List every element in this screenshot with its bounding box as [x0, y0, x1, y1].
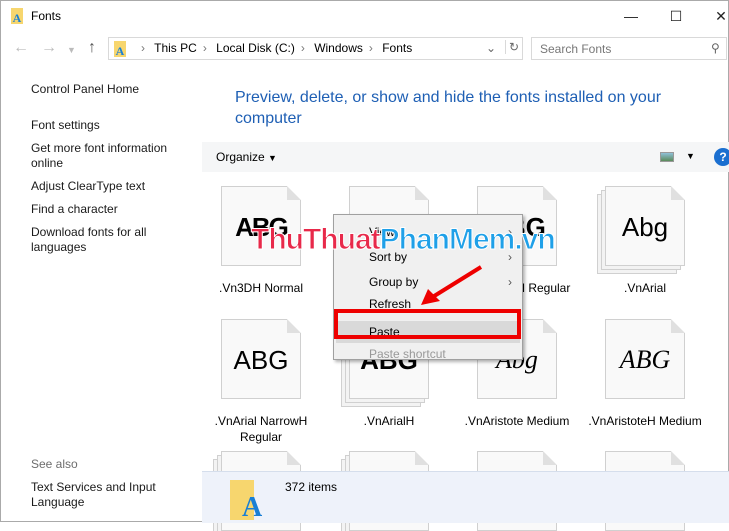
highlight-box	[334, 309, 521, 339]
crumb-local-disk[interactable]: Local Disk (C:)	[216, 41, 295, 55]
font-tile[interactable]: ABG .VnArial NarrowH Regular	[201, 319, 321, 445]
menu-item-paste-shortcut[interactable]: Paste shortcut	[336, 343, 520, 365]
sidebar-more-font-info[interactable]: Get more font information online	[31, 141, 181, 171]
maximize-button[interactable]: ☐	[661, 5, 691, 27]
font-name: .VnAristoteH Medium	[588, 414, 702, 428]
sidebar-adjust-cleartype[interactable]: Adjust ClearType text	[31, 179, 191, 194]
font-tile[interactable]: ABG .VnAristoteH Medium	[585, 319, 705, 429]
sidebar-font-settings[interactable]: Font settings	[31, 118, 191, 133]
view-dropdown-icon[interactable]: ▼	[686, 151, 695, 161]
font-name: .VnArialH	[363, 414, 415, 428]
refresh-icon[interactable]: ↻	[505, 40, 519, 54]
font-preview: Abg	[605, 186, 685, 266]
sidebar-control-panel-home[interactable]: Control Panel Home	[31, 82, 191, 97]
search-input[interactable]: Search Fonts	[531, 37, 727, 60]
search-icon[interactable]: ⚲	[711, 41, 720, 55]
minimize-button[interactable]: —	[616, 5, 646, 27]
chevron-right-icon: ›	[508, 275, 512, 289]
font-name: .VnArial	[623, 281, 667, 295]
font-tile[interactable]: Abg .VnArial	[585, 186, 705, 296]
menu-label: Group by	[369, 275, 419, 289]
sidebar-download-fonts[interactable]: Download fonts for all languages	[31, 225, 166, 255]
fonts-folder-icon: A	[114, 41, 126, 58]
preview-text: ABG	[233, 345, 289, 375]
view-icon[interactable]	[660, 152, 674, 162]
font-preview: ABG	[605, 319, 685, 399]
fonts-folder-icon: A	[11, 8, 23, 25]
font-name: .Vn3DH Normal	[218, 281, 304, 295]
font-name: .VnAristote Medium	[464, 414, 570, 428]
see-also-heading: See also	[31, 457, 78, 471]
watermark-logo: ThuThuatPhanMem.vn	[251, 223, 557, 257]
preview-text: Abg	[621, 212, 669, 242]
status-bar: A 372 items	[202, 471, 729, 523]
organize-label: Organize	[216, 150, 265, 164]
organize-button[interactable]: Organize ▼	[216, 150, 277, 164]
page-heading: Preview, delete, or show and hide the fo…	[235, 89, 662, 127]
font-letter-icon: A	[242, 492, 263, 523]
sidebar-find-character[interactable]: Find a character	[31, 202, 191, 217]
forward-icon[interactable]: →	[41, 39, 57, 57]
window-title: Fonts	[31, 9, 62, 23]
title-bar: A Fonts — ☐ ✕	[1, 1, 729, 31]
help-icon[interactable]: ?	[714, 148, 729, 166]
command-bar: Organize ▼ ▼ ?	[202, 142, 729, 172]
up-icon[interactable]: ↑	[88, 39, 96, 57]
red-arrow-icon	[421, 265, 483, 305]
recent-dropdown-icon[interactable]: ▼	[67, 45, 76, 55]
item-count: 372 items	[285, 480, 338, 494]
crumb-windows[interactable]: Windows	[314, 41, 363, 55]
breadcrumb: › This PC › Local Disk (C:) › Windows › Fon…	[141, 41, 413, 55]
crumb-fonts[interactable]: Fonts	[382, 41, 412, 55]
chevron-down-icon: ▼	[268, 153, 277, 163]
sidebar-text-services[interactable]: Text Services and Input Language	[31, 480, 166, 510]
back-icon[interactable]: ←	[13, 39, 29, 57]
address-dropdown-icon[interactable]: ⌄	[486, 41, 496, 55]
close-button[interactable]: ✕	[706, 5, 729, 27]
font-preview: ABG	[221, 319, 301, 399]
preview-text: ABG	[619, 345, 671, 374]
crumb-this-pc[interactable]: This PC	[154, 41, 197, 55]
font-name: .VnArial NarrowH Regular	[214, 414, 308, 444]
menu-label: Paste shortcut	[369, 347, 446, 361]
